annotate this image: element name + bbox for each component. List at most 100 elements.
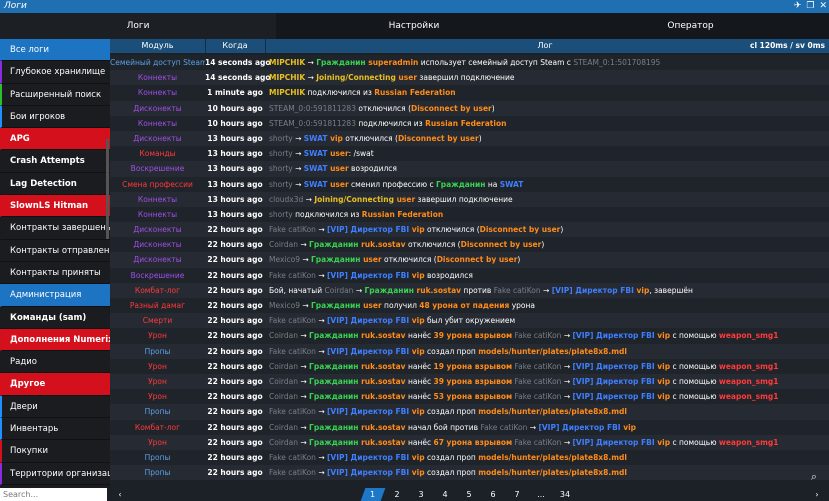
row-module: Воскрешение [130, 164, 185, 174]
sidebar-item[interactable]: Покупки [0, 440, 110, 463]
search-icon[interactable]: ⌕ [811, 470, 817, 484]
row-log: MIPCHIK → Гражданин superadmin используе… [269, 58, 661, 67]
tab-settings[interactable]: Настройки [276, 13, 552, 39]
row-log: shorty подключился из Russian Federation [269, 209, 444, 219]
table-row[interactable]: Команды 13 hours ago shorty → SWAT user: /… [110, 146, 829, 162]
table-body: Семейный доступ Steam 14 seconds ago MIPCH… [110, 55, 829, 481]
table-row[interactable]: Урон 22 hours ago Coirdan → Гражданин ruk.… [110, 389, 829, 405]
row-log: STEAM_0:0:591811283 подключился из Russi… [269, 118, 507, 128]
sidebar-item[interactable]: Глубокое хранилище [0, 61, 110, 84]
pager-prev-button[interactable]: ‹ [110, 488, 130, 501]
table-row[interactable]: Комбат-лог 22 hours ago Бой, начатый Coird… [110, 282, 829, 298]
row-log: shorty → SWAT user: /swat [269, 149, 374, 159]
close-icon[interactable]: ✕ [819, 0, 827, 13]
search-input[interactable]: Search... [0, 488, 107, 501]
sidebar-item[interactable]: Все логи [0, 39, 110, 62]
table-row[interactable]: Коннекты 1 minute ago MIPCHIK подключился … [110, 85, 829, 101]
sidebar-item[interactable]: Контракты приняты [0, 262, 110, 285]
sidebar-scrollbar[interactable] [106, 139, 109, 239]
sidebar-item[interactable]: Команды (sam) [0, 307, 110, 329]
table-row[interactable]: Воскрешение 22 hours ago Fake catiKon → [V… [110, 267, 829, 283]
pager-page[interactable]: 4 [435, 488, 455, 501]
row-log: Coirdan → Гражданин ruk.sostav нанёс 19 … [269, 361, 779, 371]
table-row[interactable]: Семейный доступ Steam 14 seconds ago MIPCH… [110, 55, 829, 71]
row-log: MIPCHIK → Joining/Connecting user заверш… [269, 73, 515, 83]
sidebar-item[interactable]: Другое [0, 373, 110, 396]
sidebar-item[interactable]: Территории организац... [0, 462, 110, 485]
sidebar-item[interactable]: Расширенный поиск [0, 83, 110, 106]
tab-bar: Логи Настройки Оператор [0, 13, 829, 39]
table-row[interactable]: Урон 22 hours ago Coirdan → Гражданин ruk.… [110, 328, 829, 344]
sidebar-item[interactable]: Контракты отправлены [0, 240, 110, 262]
pager-page[interactable]: 6 [483, 488, 503, 501]
pager-page[interactable]: 5 [459, 488, 479, 501]
row-time: 10 hours ago [207, 103, 263, 113]
table-row[interactable]: Коннекты 13 hours ago cloudx3d → Joining/C… [110, 191, 829, 207]
table-row[interactable]: Коннекты 10 hours ago STEAM_0:0:591811283 … [110, 115, 829, 131]
table-row[interactable]: Урон 22 hours ago Coirdan → Гражданин ruk.… [110, 358, 829, 374]
table-row[interactable]: Разный дамаг 22 hours ago Mexico9 → Гражда… [110, 298, 829, 314]
table-row[interactable]: Воскрешение 13 hours ago shorty → SWAT use… [110, 161, 829, 177]
table-row[interactable]: Дисконекты 10 hours ago STEAM_0:0:59181128… [110, 100, 829, 116]
column-module[interactable]: Модуль [110, 39, 205, 53]
sidebar-item[interactable]: Lag Detection [0, 173, 110, 196]
pager-next-button[interactable]: › [807, 488, 827, 501]
tab-logs[interactable]: Логи [0, 13, 276, 39]
row-module: Команды [139, 149, 176, 159]
sidebar-item[interactable]: Дополнения Numerix [0, 328, 110, 352]
table-row[interactable]: Пропы 22 hours ago Fake catiKon → [VIP] Ди… [110, 404, 829, 420]
table-row[interactable]: Урон 22 hours ago Coirdan → Гражданин ruk.… [110, 373, 829, 390]
table-row[interactable]: Пропы 22 hours ago Fake catiKon → [VIP] Ди… [110, 449, 829, 466]
table-row[interactable]: Коннекты 14 seconds ago MIPCHIK → Joining/… [110, 70, 829, 86]
row-log: Coirdan → Гражданин ruk.sostav нанёс 39 … [269, 331, 779, 341]
table-row[interactable]: Урон 22 hours ago Coirdan → Гражданин ruk.… [110, 434, 829, 450]
tab-operator[interactable]: Оператор [552, 13, 829, 39]
table-row[interactable]: Комбат-лог 22 hours ago Coirdan → Граждани… [110, 419, 829, 435]
row-module: Смерти [142, 316, 173, 326]
pager-page[interactable]: 7 [507, 488, 527, 501]
row-time: 22 hours ago [207, 407, 263, 417]
table-row[interactable]: Пропы 22 hours ago Fake catiKon → [VIP] Ди… [110, 343, 829, 359]
table-row[interactable]: Смерти 22 hours ago Fake catiKon → [VIP] Д… [110, 313, 829, 329]
column-log[interactable]: Лог [265, 39, 825, 53]
table-row[interactable]: Коннекты 13 hours ago shorty подключился и… [110, 206, 829, 223]
sidebar-item[interactable]: Радио [0, 351, 110, 374]
pager-page[interactable]: 1 [360, 488, 386, 501]
pager-page[interactable]: 3 [411, 488, 431, 501]
row-module: Дисконекты [133, 133, 182, 143]
sidebar-item[interactable]: APG [0, 128, 110, 151]
row-log: Fake catiKon → [VIP] Директор FBI vip от… [269, 225, 564, 235]
maximize-icon[interactable]: ❐ [806, 0, 814, 13]
row-time: 10 hours ago [207, 118, 263, 128]
title-bar: Логи ✈ ❐ ✕ [0, 0, 829, 13]
row-time: 13 hours ago [207, 149, 263, 159]
column-when[interactable]: Когда [205, 39, 265, 53]
pager-page[interactable]: ... [531, 488, 551, 501]
table-row[interactable]: Дисконекты 22 hours ago Coirdan → Граждани… [110, 237, 829, 253]
row-time: 22 hours ago [207, 422, 263, 432]
row-time: 22 hours ago [207, 331, 263, 341]
pin-icon[interactable]: ✈ [794, 0, 802, 13]
pager-page[interactable]: 2 [387, 488, 407, 501]
sidebar-item[interactable]: Администрация [0, 284, 110, 307]
table-row[interactable]: Пропы 22 hours ago Fake catiKon → [VIP] Ди… [110, 465, 829, 481]
sidebar-item[interactable]: Инвентарь [0, 418, 110, 441]
row-time: 22 hours ago [207, 270, 263, 280]
row-time: 22 hours ago [207, 437, 263, 447]
row-module: Урон [148, 361, 167, 371]
sidebar-item[interactable]: Crash Attempts [0, 150, 110, 173]
sidebar-item[interactable]: SlownLS Hitman [0, 195, 110, 218]
pager-page[interactable]: 34 [555, 488, 575, 501]
table-row[interactable]: Дисконекты 22 hours ago Fake catiKon → [VI… [110, 222, 829, 238]
row-module: Семейный доступ Steam [110, 58, 205, 67]
table-row[interactable]: Смена профессии 13 hours ago shorty → SWAT… [110, 176, 829, 192]
row-module: Пропы [144, 468, 171, 478]
sidebar-item[interactable]: Двери [0, 395, 110, 419]
row-time: 22 hours ago [207, 452, 263, 462]
table-row[interactable]: Дисконекты 22 hours ago Mexico9 → Граждани… [110, 252, 829, 268]
row-time: 13 hours ago [207, 209, 263, 219]
row-log: MIPCHIK подключился из Russian Federatio… [269, 88, 456, 98]
table-row[interactable]: Дисконекты 13 hours ago shorty → SWAT vip … [110, 130, 829, 147]
sidebar-item[interactable]: Бои игроков [0, 105, 110, 129]
sidebar-item[interactable]: Контракты завершены [0, 217, 110, 240]
